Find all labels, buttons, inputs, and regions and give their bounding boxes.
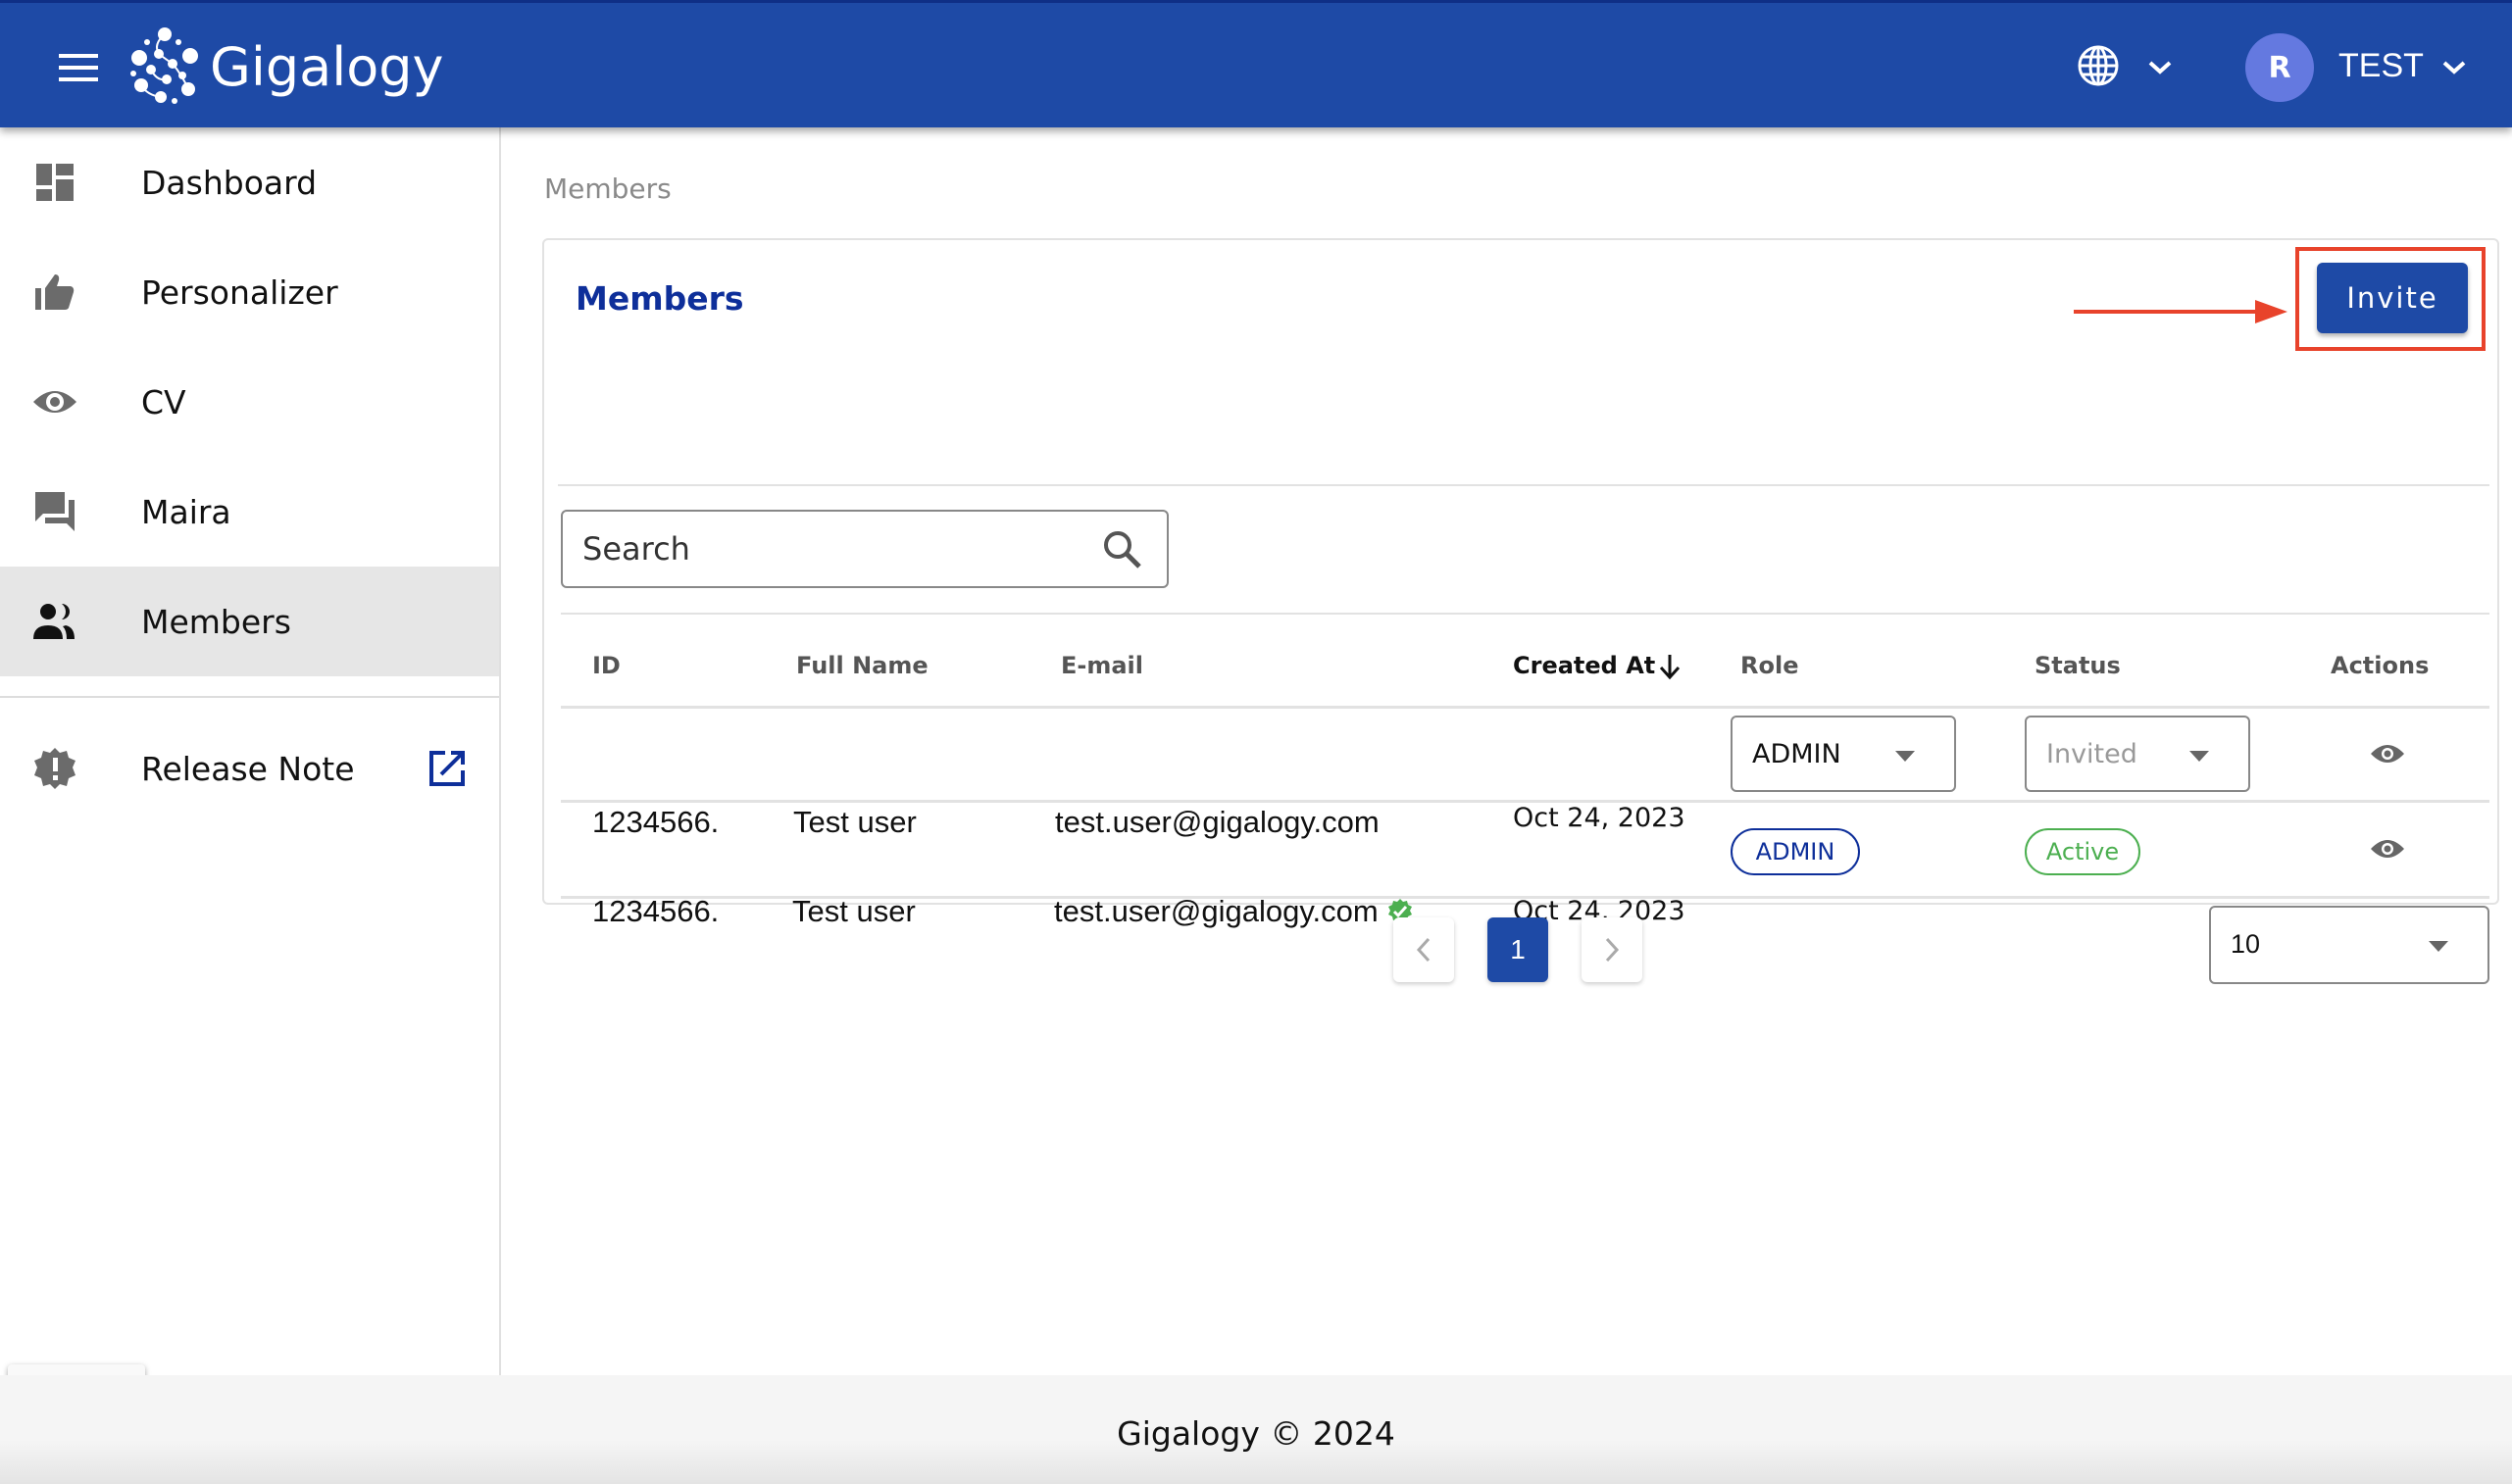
brand-logo[interactable]: Gigalogy — [127, 25, 444, 109]
search-field[interactable] — [561, 510, 1169, 588]
avatar[interactable]: R — [2245, 33, 2314, 102]
pagination-next-button[interactable] — [1582, 917, 1642, 982]
cell-id: 1234566. — [592, 805, 720, 839]
pagination-page-button[interactable]: 1 — [1487, 917, 1548, 982]
people-icon — [33, 604, 75, 639]
invite-button[interactable]: Invite — [2317, 263, 2468, 333]
rows-per-page-value: 10 — [2231, 929, 2261, 959]
row-divider — [561, 800, 2489, 803]
sidebar-item-members[interactable]: Members — [0, 567, 499, 676]
cell-created-at: Oct 24, 2023 — [1513, 803, 1685, 833]
sidebar-item-label: Maira — [141, 492, 231, 531]
globe-icon[interactable] — [2077, 44, 2120, 87]
cell-full-name: Test user — [792, 894, 916, 928]
status-select-value: Invited — [2046, 739, 2137, 769]
sidebar: Dashboard Personalizer CV Maira Members … — [0, 127, 501, 1482]
annotation-arrow — [2074, 300, 2287, 323]
sidebar-item-maira[interactable]: Maira — [0, 457, 499, 567]
alert-badge-icon — [34, 748, 75, 789]
user-name[interactable]: TEST — [2338, 47, 2424, 85]
column-header-label: Created At — [1513, 652, 1656, 679]
dropdown-arrow-icon — [2189, 751, 2209, 762]
status-select[interactable]: Invited — [2025, 716, 2250, 792]
column-header-role[interactable]: Role — [1740, 652, 1798, 679]
role-select[interactable]: ADMIN — [1731, 716, 1956, 792]
sidebar-item-cv[interactable]: CV — [0, 347, 499, 457]
pagination-prev-button[interactable] — [1393, 917, 1454, 982]
column-header-email[interactable]: E-mail — [1061, 652, 1143, 679]
sidebar-item-dashboard[interactable]: Dashboard — [0, 127, 499, 237]
footer: Gigalogy © 2024 — [0, 1375, 2512, 1484]
cell-full-name: Test user — [793, 805, 917, 839]
cell-id: 1234566. — [592, 894, 720, 928]
sidebar-item-release-note[interactable]: Release Note — [0, 714, 499, 823]
dropdown-arrow-icon — [1895, 751, 1915, 762]
column-header-actions: Actions — [2331, 652, 2430, 679]
chevron-left-icon — [1416, 937, 1431, 963]
main-content: Members Members Invite ID Full Name E-ma… — [501, 127, 2512, 1375]
sidebar-item-label: Members — [141, 602, 291, 641]
breadcrumb: Members — [544, 173, 672, 205]
role-chip: ADMIN — [1731, 828, 1860, 875]
user-menu-chevron-down-icon[interactable] — [2441, 60, 2467, 75]
sort-descending-arrow-icon[interactable] — [1659, 653, 1681, 680]
top-app-bar: Gigalogy R TEST — [0, 0, 2512, 127]
sidebar-divider — [0, 696, 499, 698]
gigalogy-logo-icon — [130, 27, 198, 104]
eye-icon — [33, 391, 76, 413]
brand-name: Gigalogy — [210, 35, 444, 98]
rows-per-page-select[interactable]: 10 — [2209, 906, 2489, 984]
card-header-divider — [558, 484, 2489, 486]
row-divider — [561, 706, 2489, 709]
role-select-value: ADMIN — [1752, 739, 1841, 769]
search-icon[interactable] — [1102, 529, 1143, 570]
column-header-created-at[interactable]: Created At — [1513, 652, 1681, 680]
sidebar-item-label: CV — [141, 382, 186, 421]
hamburger-menu-icon[interactable] — [59, 54, 98, 81]
thumb-up-icon — [35, 274, 75, 310]
cell-email: test.user@gigalogy.com — [1055, 805, 1380, 839]
view-eye-icon[interactable] — [2371, 742, 2404, 766]
column-header-id[interactable]: ID — [592, 652, 621, 679]
chat-bubbles-icon — [35, 492, 75, 531]
status-chip: Active — [2025, 828, 2140, 875]
open-in-new-icon[interactable] — [427, 749, 467, 788]
sidebar-item-label: Dashboard — [141, 163, 318, 202]
table-top-divider — [561, 613, 2489, 615]
sidebar-item-label: Personalizer — [141, 272, 338, 312]
chevron-right-icon — [1605, 937, 1620, 963]
search-input[interactable] — [582, 512, 1092, 586]
footer-copyright: Gigalogy © 2024 — [1117, 1414, 1395, 1453]
view-eye-icon[interactable] — [2371, 837, 2404, 861]
language-chevron-down-icon[interactable] — [2147, 60, 2173, 75]
sidebar-item-label: Release Note — [141, 749, 355, 788]
sidebar-item-personalizer[interactable]: Personalizer — [0, 237, 499, 347]
email-text: test.user@gigalogy.com — [1054, 894, 1379, 928]
dropdown-arrow-icon — [2429, 941, 2448, 952]
invite-highlight-box: Invite — [2295, 247, 2486, 351]
column-header-status[interactable]: Status — [2035, 652, 2121, 679]
members-card: Members Invite ID Full Name E-mail Creat… — [542, 238, 2499, 984]
row-divider — [561, 896, 2489, 899]
column-header-full-name[interactable]: Full Name — [796, 652, 929, 679]
cell-email: test.user@gigalogy.com — [1054, 894, 1414, 929]
dashboard-icon — [36, 164, 74, 201]
card-title: Members — [576, 279, 744, 318]
